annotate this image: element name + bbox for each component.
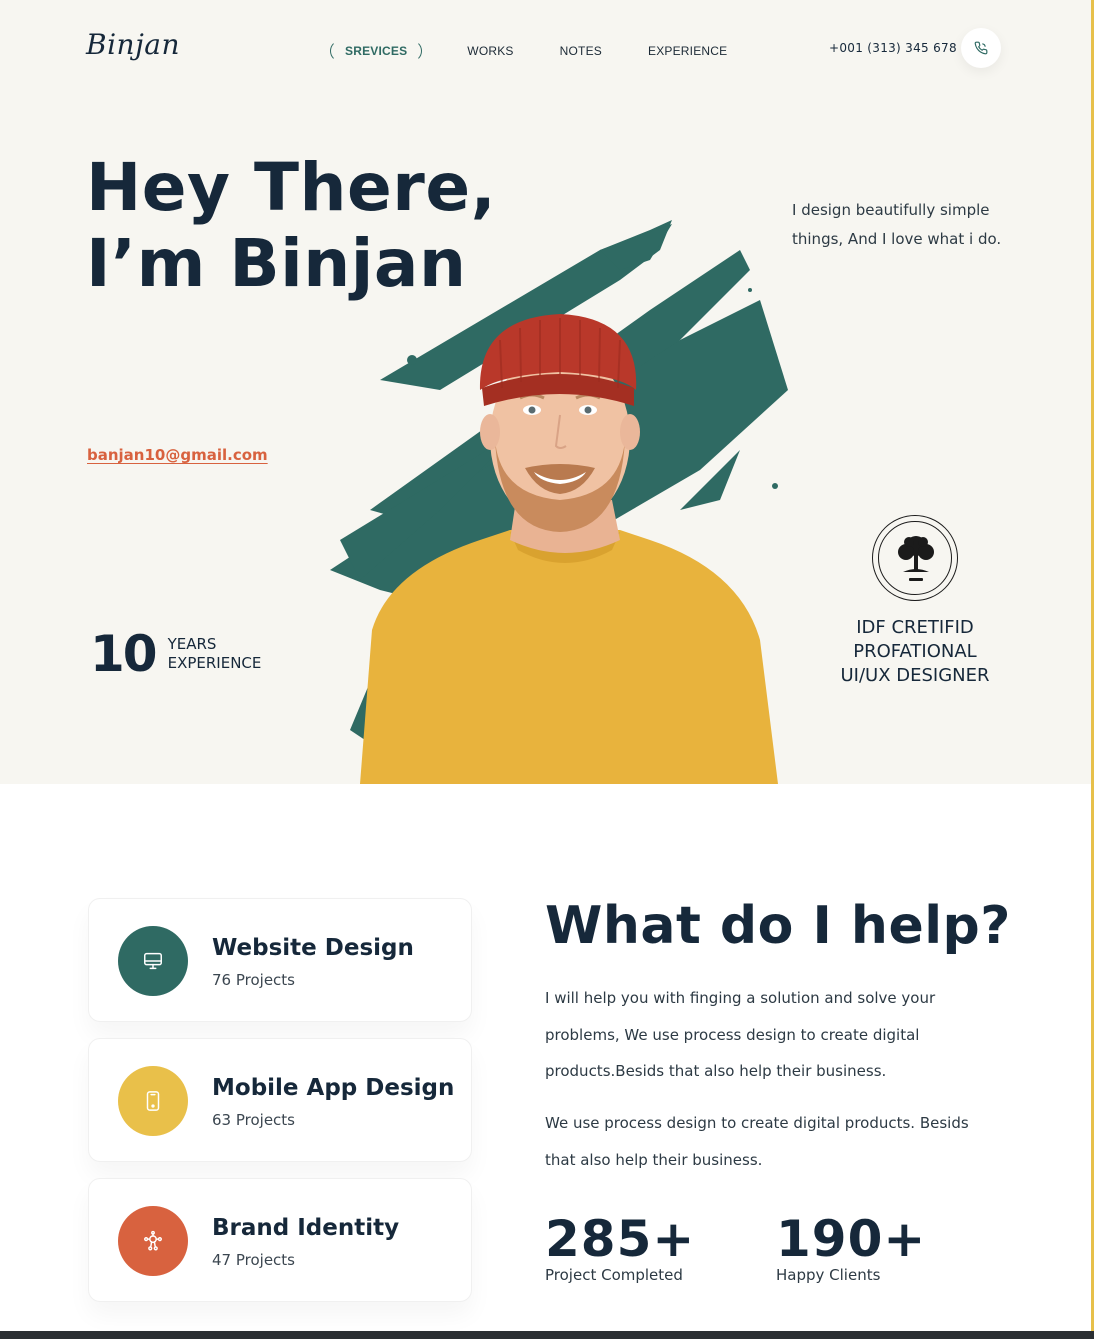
stat-value: 190+ [776, 1210, 927, 1268]
hero-section: Binjan SREVICES WORKS NOTES EXPERIENCE +… [0, 0, 1094, 784]
help-paragraph-2: We use process design to create digital … [545, 1114, 969, 1169]
services-list: Website Design 76 Projects Mobile App De… [88, 898, 472, 1318]
service-card-mobile[interactable]: Mobile App Design 63 Projects [88, 1038, 472, 1162]
logo[interactable]: Binjan [86, 28, 180, 61]
phone-icon [974, 41, 988, 55]
service-title: Brand Identity [212, 1215, 400, 1241]
portrait-illustration [330, 220, 788, 784]
nav-item-services[interactable]: SREVICES [330, 40, 423, 62]
hero-tagline: I design beautifully simple things, And … [792, 201, 1002, 248]
certification-seal [872, 515, 958, 601]
service-card-website[interactable]: Website Design 76 Projects [88, 898, 472, 1022]
call-button[interactable] [961, 28, 1001, 68]
help-section-title: What do I help? [545, 896, 1011, 956]
seal-inner-ring [878, 521, 952, 595]
service-projects: 47 Projects [212, 1251, 295, 1269]
service-icon-circle [118, 1066, 188, 1136]
main-nav: SREVICES WORKS NOTES EXPERIENCE [330, 40, 773, 62]
service-card-brand[interactable]: Brand Identity 47 Projects [88, 1178, 472, 1302]
nav-item-notes[interactable]: NOTES [560, 44, 602, 58]
certification-text: IDF CRETIFID PROFATIONAL UI/UX DESIGNER [830, 616, 1000, 688]
service-title: Website Design [212, 935, 414, 961]
service-icon-circle [118, 926, 188, 996]
bottom-bar [0, 1331, 1094, 1339]
phone-number[interactable]: +001 (313) 345 678 [829, 41, 957, 55]
service-icon-circle [118, 1206, 188, 1276]
stat-label: Happy Clients [776, 1266, 881, 1284]
nav-item-experience[interactable]: EXPERIENCE [648, 44, 727, 58]
mobile-icon [146, 1091, 160, 1111]
cert-line-2: PROFATIONAL [853, 641, 977, 662]
stat-value: 285+ [545, 1210, 696, 1268]
cert-line-3: UI/UX DESIGNER [840, 665, 990, 686]
brand-network-icon [144, 1230, 162, 1251]
service-projects: 63 Projects [212, 1111, 295, 1129]
tree-icon [898, 536, 934, 581]
stat-label: Project Completed [545, 1266, 683, 1284]
stat-clients: 190+ Happy Clients [776, 1210, 926, 1284]
years-number: 10 [90, 625, 158, 683]
service-projects: 76 Projects [212, 971, 295, 989]
email-link[interactable]: banjan10@gmail.com [87, 446, 268, 464]
service-title: Mobile App Design [212, 1075, 455, 1101]
cert-line-1: IDF CRETIFID [856, 617, 974, 638]
help-paragraph-1: I will help you with finging a solution … [545, 989, 936, 1080]
stat-projects: 285+ Project Completed [545, 1210, 695, 1284]
years-label-line-2: EXPERIENCE [167, 654, 262, 672]
years-experience: 10 YEARS EXPERIENCE [90, 625, 261, 683]
years-label-line-1: YEARS [167, 635, 217, 653]
years-label: YEARS EXPERIENCE [168, 635, 262, 673]
monitor-icon [144, 952, 162, 970]
nav-item-works[interactable]: WORKS [467, 44, 513, 58]
